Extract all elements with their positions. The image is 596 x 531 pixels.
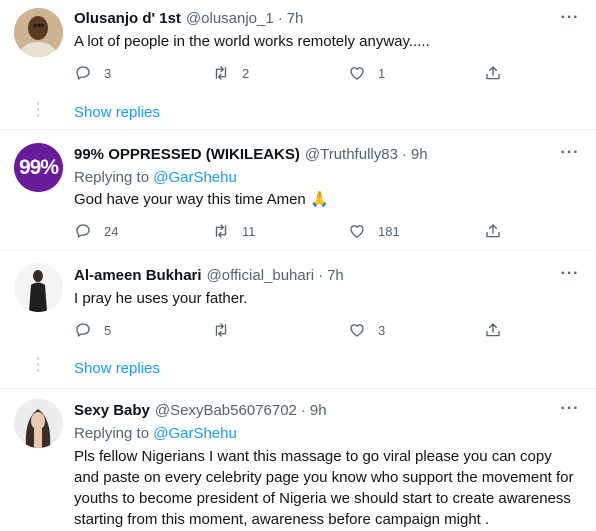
avatar[interactable] xyxy=(14,399,63,448)
retweet-button[interactable]: 11 xyxy=(212,221,348,241)
avatar[interactable] xyxy=(14,263,63,312)
separator-dot: · xyxy=(318,266,324,284)
author-name[interactable]: Sexy Baby xyxy=(74,402,150,419)
reply-icon xyxy=(76,323,90,337)
retweet-button[interactable] xyxy=(212,320,348,340)
avatar-image xyxy=(14,263,63,312)
author-name[interactable]: Al-ameen Bukhari xyxy=(74,267,202,284)
author-handle[interactable]: @SexyBab56076702 xyxy=(155,402,297,419)
share-button[interactable] xyxy=(484,320,504,340)
retweet-count: 11 xyxy=(242,223,256,239)
author-handle[interactable]: @olusanjo_1 xyxy=(186,10,274,27)
like-button[interactable]: 181 xyxy=(348,221,484,241)
avatar-label: 99% xyxy=(18,155,59,179)
replying-to: Replying to @GarShehu xyxy=(74,169,237,186)
retweet-icon xyxy=(215,323,227,337)
more-icon[interactable]: ··· xyxy=(560,399,580,419)
reply-button[interactable]: 5 xyxy=(74,320,164,340)
share-icon xyxy=(486,323,500,337)
avatar-image xyxy=(14,399,63,448)
like-icon xyxy=(350,67,364,80)
author-handle[interactable]: @Truthfully83 xyxy=(305,146,398,163)
like-count: 181 xyxy=(378,223,400,239)
separator-dot: · xyxy=(300,401,306,419)
share-button[interactable] xyxy=(484,63,504,83)
timestamp[interactable]: 7h xyxy=(327,267,344,284)
action-bar: 3 2 1 xyxy=(74,63,504,83)
share-icon xyxy=(486,66,500,80)
action-bar: 5 3 xyxy=(74,320,504,340)
share-button[interactable] xyxy=(484,221,504,241)
action-bar: 24 11 181 xyxy=(74,221,504,241)
reply-count: 3 xyxy=(104,65,112,81)
separator-dot: · xyxy=(401,145,407,163)
tweet-text: A lot of people in the world works remot… xyxy=(74,33,430,50)
reply-button[interactable]: 24 xyxy=(74,221,164,241)
tweet-99-oppressed[interactable]: 99% 99% OPPRESSED (WIKILEAKS) @Truthfull… xyxy=(0,130,596,250)
timestamp[interactable]: 9h xyxy=(310,402,327,419)
avatar-image xyxy=(14,8,63,57)
retweet-icon xyxy=(215,224,227,238)
reply-count: 5 xyxy=(104,322,112,338)
tweet-al-ameen[interactable]: Al-ameen Bukhari @official_buhari · 7h ·… xyxy=(0,251,596,387)
reply-button[interactable]: 3 xyxy=(74,63,164,83)
like-icon xyxy=(350,225,364,238)
tweet-sexy-baby[interactable]: Sexy Baby @SexyBab56076702 · 9h ··· Repl… xyxy=(0,389,596,531)
more-icon[interactable]: ··· xyxy=(560,8,580,28)
separator-dot: · xyxy=(277,9,283,27)
thread-connector xyxy=(37,102,40,120)
retweet-count: 2 xyxy=(242,65,250,81)
author-handle[interactable]: @official_buhari xyxy=(207,267,315,284)
show-replies-link[interactable]: Show replies xyxy=(74,104,160,121)
like-count: 1 xyxy=(378,65,386,81)
timestamp[interactable]: 9h xyxy=(411,146,428,163)
retweet-button[interactable]: 2 xyxy=(212,63,348,83)
thread-connector xyxy=(37,357,40,375)
like-icon xyxy=(350,324,364,337)
tweet-text: God have your way this time Amen 🙏 xyxy=(74,191,329,208)
avatar[interactable] xyxy=(14,8,63,57)
show-replies-link[interactable]: Show replies xyxy=(74,360,160,377)
reply-icon xyxy=(76,66,90,80)
mention-link[interactable]: @GarShehu xyxy=(153,425,237,442)
retweet-icon xyxy=(215,66,227,80)
author-name[interactable]: 99% OPPRESSED (WIKILEAKS) xyxy=(74,146,300,163)
mention-link[interactable]: @GarShehu xyxy=(153,169,237,186)
more-icon[interactable]: ··· xyxy=(560,143,580,163)
author-name[interactable]: Olusanjo d' 1st xyxy=(74,10,181,27)
replying-to: Replying to @GarShehu xyxy=(74,425,237,442)
reply-count: 24 xyxy=(104,223,119,239)
more-icon[interactable]: ··· xyxy=(560,264,580,284)
avatar[interactable]: 99% xyxy=(14,143,63,192)
tweet-text: I pray he uses your father. xyxy=(74,290,248,307)
like-button[interactable]: 3 xyxy=(348,320,484,340)
tweet-olusanjo[interactable]: Olusanjo d' 1st @olusanjo_1 · 7h ··· A l… xyxy=(0,0,596,128)
like-count: 3 xyxy=(378,322,386,338)
like-button[interactable]: 1 xyxy=(348,63,484,83)
reply-icon xyxy=(76,224,90,238)
tweet-text: Pls fellow Nigerians I want this massage… xyxy=(74,448,574,528)
timestamp[interactable]: 7h xyxy=(287,10,304,27)
share-icon xyxy=(486,224,500,238)
